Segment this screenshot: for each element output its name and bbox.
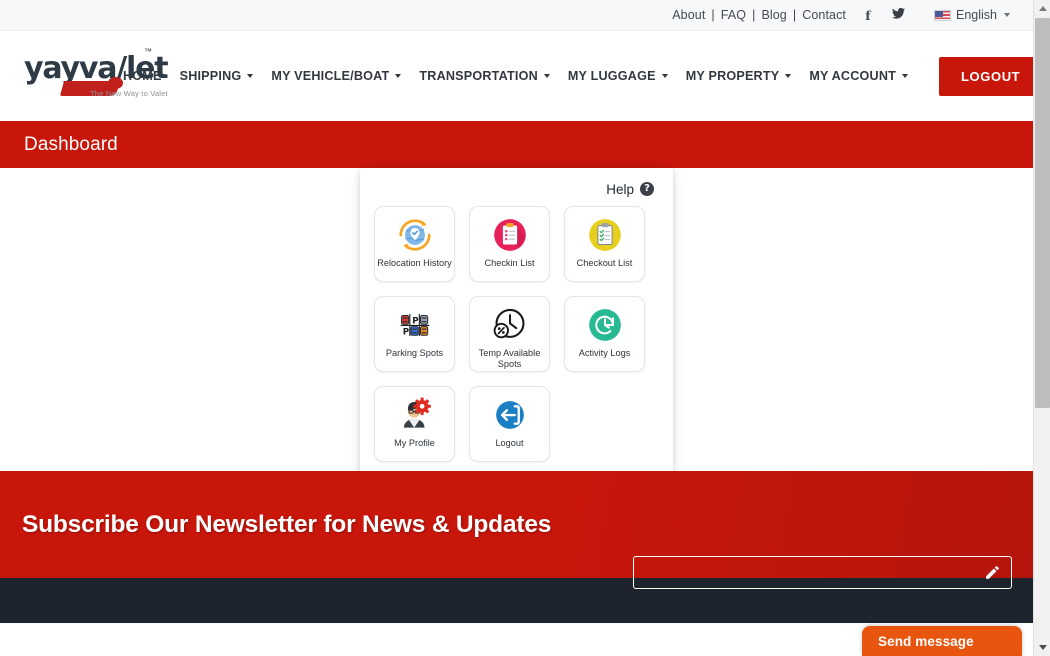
chevron-down-icon: [902, 74, 909, 78]
newsletter-heading: Subscribe Our Newsletter for News & Upda…: [22, 510, 552, 538]
page-title-band: Dashboard: [0, 121, 1033, 168]
dashboard-content: Help ? Relocation History Checkin List C…: [0, 168, 1033, 490]
facebook-icon[interactable]: f: [860, 8, 876, 23]
tile-activity-logs[interactable]: Activity Logs: [564, 296, 645, 372]
language-label: English: [956, 8, 997, 22]
tile-checkout-list[interactable]: Checkout List: [564, 206, 645, 282]
pencil-icon[interactable]: [984, 564, 1001, 581]
chevron-down-icon: [247, 74, 254, 78]
triangle-down-icon: [1038, 645, 1047, 650]
browser-viewport: About | FAQ | Blog | Contact f English y…: [0, 0, 1050, 656]
tile-label: Checkin List: [484, 258, 535, 268]
us-flag-icon: [934, 9, 951, 21]
topbar-link-faq[interactable]: FAQ: [721, 8, 746, 22]
tile-label: Checkout List: [576, 258, 633, 268]
nav-item-my-account[interactable]: MY ACCOUNT: [800, 59, 917, 93]
logout-button[interactable]: LOGOUT: [939, 56, 1033, 96]
topbar-separator: |: [752, 8, 756, 22]
page-title: Dashboard: [24, 133, 118, 155]
clock-percent-icon: [490, 305, 530, 345]
triangle-up-icon: [1038, 6, 1047, 11]
chevron-down-icon: [661, 74, 668, 78]
tile-checkin-list[interactable]: Checkin List: [469, 206, 550, 282]
tile-relocation-history[interactable]: Relocation History: [374, 206, 455, 282]
utility-topbar: About | FAQ | Blog | Contact f English: [0, 0, 1033, 31]
primary-navigation: HOME SHIPPING MY VEHICLE/BOAT TRANSPORTA…: [114, 56, 1033, 96]
tile-logout[interactable]: Logout: [469, 386, 550, 462]
tile-label: Logout: [495, 438, 524, 448]
newsletter-input-wrap: [633, 556, 1012, 589]
scrollbar-thumb[interactable]: [1035, 18, 1050, 408]
dashboard-tile-grid: Relocation History Checkin List Checkout…: [374, 206, 659, 462]
topbar-link-contact[interactable]: Contact: [802, 8, 846, 22]
send-message-label: Send message: [878, 633, 974, 649]
scroll-down-arrow[interactable]: [1034, 639, 1050, 656]
chevron-down-icon: [395, 74, 402, 78]
chevron-down-icon: [543, 74, 550, 78]
nav-label: SHIPPING: [179, 69, 242, 83]
tile-label: Relocation History: [377, 258, 452, 268]
globe-location-refresh-icon: [395, 215, 435, 255]
twitter-icon[interactable]: [890, 7, 906, 22]
exit-arrow-icon: [490, 395, 530, 435]
tile-my-profile[interactable]: My Profile: [374, 386, 455, 462]
nav-label: MY PROPERTY: [685, 69, 780, 83]
chevron-down-icon: [1004, 13, 1010, 17]
send-message-widget[interactable]: Send message: [862, 626, 1022, 656]
nav-item-shipping[interactable]: SHIPPING: [171, 59, 263, 93]
nav-item-my-vehicle-boat[interactable]: MY VEHICLE/BOAT: [262, 59, 410, 93]
nav-label: MY LUGGAGE: [567, 69, 656, 83]
topbar-link-blog[interactable]: Blog: [761, 8, 786, 22]
tile-label: Activity Logs: [578, 348, 631, 358]
page-scrollbar[interactable]: [1033, 0, 1050, 656]
clipboard-checkout-icon: [585, 215, 625, 255]
dashboard-panel: Help ? Relocation History Checkin List C…: [360, 168, 673, 490]
parking-grid-icon: P P: [395, 305, 435, 345]
topbar-link-about[interactable]: About: [672, 8, 705, 22]
logo-dot-shape: [108, 77, 123, 89]
tile-label: Temp Available Spots: [478, 348, 541, 369]
page-root: About | FAQ | Blog | Contact f English y…: [0, 0, 1033, 656]
help-icon[interactable]: ?: [640, 182, 654, 196]
scroll-up-arrow[interactable]: [1034, 0, 1050, 17]
nav-item-my-luggage[interactable]: MY LUGGAGE: [559, 59, 677, 93]
topbar-separator: |: [792, 8, 797, 22]
clipboard-checkin-icon: [490, 215, 530, 255]
nav-item-my-property[interactable]: MY PROPERTY: [677, 59, 801, 93]
topbar-separator: |: [711, 8, 715, 22]
tile-label: Parking Spots: [385, 348, 444, 358]
help-label: Help: [606, 181, 634, 197]
main-navbar: yayva/let ™ The New Way to Valet HOME SH…: [0, 31, 1033, 121]
language-selector[interactable]: English: [934, 8, 1010, 22]
svg-text:P: P: [402, 328, 409, 338]
tile-parking-spots[interactable]: P P Parking Spots: [374, 296, 455, 372]
user-gear-icon: [395, 395, 435, 435]
logo-trademark: ™: [144, 47, 152, 56]
logo-tagline: The New Way to Valet: [90, 89, 168, 98]
nav-label: MY ACCOUNT: [809, 69, 897, 83]
clock-history-icon: [585, 305, 625, 345]
tile-temp-available-spots[interactable]: Temp Available Spots: [469, 296, 550, 372]
tile-label: My Profile: [394, 438, 435, 448]
help-row: Help ?: [374, 178, 659, 200]
newsletter-email-input[interactable]: [633, 556, 1012, 589]
nav-label: MY VEHICLE/BOAT: [271, 69, 390, 83]
nav-label: TRANSPORTATION: [419, 69, 538, 83]
chevron-down-icon: [785, 74, 792, 78]
nav-item-transportation[interactable]: TRANSPORTATION: [410, 59, 558, 93]
